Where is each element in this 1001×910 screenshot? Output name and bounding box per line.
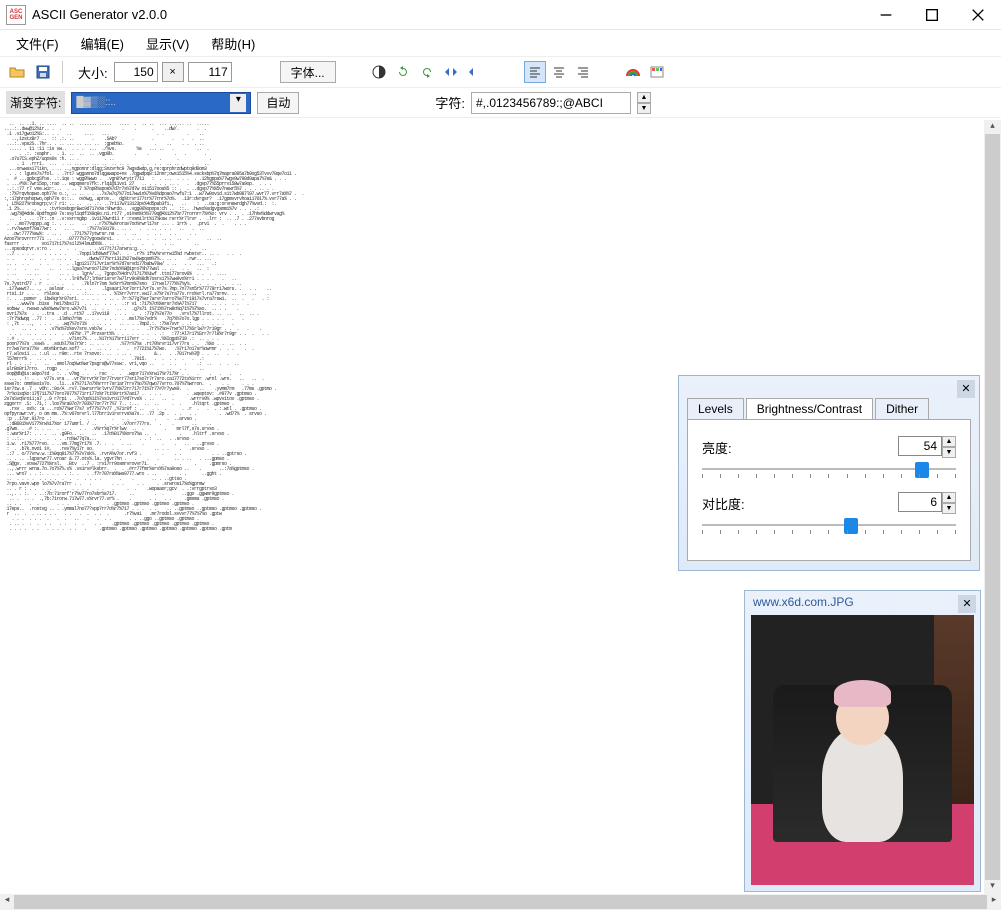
step-down-icon[interactable]: ▼: [942, 503, 956, 514]
menu-edit[interactable]: 编辑(E): [71, 31, 134, 56]
align-left-icon[interactable]: [524, 61, 546, 83]
height-input[interactable]: [188, 62, 232, 82]
gradient-select[interactable]: █▓▒░::.. ▾: [71, 92, 251, 114]
close-button[interactable]: [955, 0, 1001, 29]
panel-close-icon[interactable]: ✕: [957, 380, 975, 398]
brightness-spin[interactable]: ▲▼: [898, 436, 956, 458]
bc-body: 亮度: ▲▼ 对比度: ▲▼: [687, 420, 971, 561]
char-stepper[interactable]: ▲ ▼: [637, 92, 651, 114]
window-controls: [863, 0, 1001, 29]
align-right-icon[interactable]: [572, 61, 594, 83]
horizontal-scrollbar[interactable]: ◂ ▸: [0, 894, 1001, 910]
bw-icon[interactable]: [368, 61, 390, 83]
minimize-button[interactable]: [863, 0, 909, 29]
toolbar-main: 大小: × 字体...: [0, 56, 1001, 88]
app-logo: ASC GEN: [6, 5, 26, 25]
vscroll-thumb[interactable]: [985, 134, 1000, 880]
brightness-input[interactable]: [898, 436, 942, 456]
char-label: 字符:: [435, 93, 465, 112]
rotate-ccw-icon[interactable]: [392, 61, 414, 83]
width-input[interactable]: [114, 62, 158, 82]
contrast-slider[interactable]: [702, 518, 956, 540]
open-icon[interactable]: [6, 61, 28, 83]
contrast-input[interactable]: [898, 492, 942, 512]
font-button[interactable]: 字体...: [280, 61, 336, 83]
brightness-contrast-panel[interactable]: ✕ Levels Brightness/Contrast Dither 亮度: …: [678, 375, 980, 571]
scroll-up-icon[interactable]: ▴: [984, 120, 1001, 134]
scroll-right-icon[interactable]: ▸: [987, 894, 1001, 910]
save-icon[interactable]: [32, 61, 54, 83]
tab-dither[interactable]: Dither: [875, 398, 929, 419]
menu-view[interactable]: 显示(V): [136, 31, 199, 56]
scroll-left-icon[interactable]: ◂: [0, 894, 14, 910]
render-group: [622, 61, 668, 83]
step-down-icon[interactable]: ▼: [637, 103, 651, 114]
flip-h-icon[interactable]: [440, 61, 462, 83]
size-label: 大小:: [76, 63, 110, 82]
gradient-value: █▓▒░::..: [76, 97, 116, 108]
rainbow-icon[interactable]: [622, 61, 644, 83]
brightness-slider[interactable]: [702, 462, 956, 484]
step-up-icon[interactable]: ▲: [942, 492, 956, 503]
brightness-label: 亮度:: [702, 438, 732, 457]
toolbar-gradient: 渐变字符: █▓▒░::.. ▾ 自动 字符: ▲ ▼: [0, 88, 1001, 118]
preview-title: www.x6d.com.JPG: [753, 595, 854, 609]
chevron-down-icon: ▾: [230, 94, 246, 112]
gradient-label: 渐变字符:: [6, 91, 65, 114]
contrast-spin[interactable]: ▲▼: [898, 492, 956, 514]
vertical-scrollbar[interactable]: ▴ ▾: [984, 120, 1001, 894]
step-up-icon[interactable]: ▲: [637, 92, 651, 103]
preview-image: [751, 615, 974, 885]
menu-help[interactable]: 帮助(H): [201, 31, 265, 56]
preview-panel[interactable]: www.x6d.com.JPG ✕: [744, 590, 981, 892]
window-title: ASCII Generator v2.0.0: [32, 7, 863, 22]
menubar: 文件(F) 编辑(E) 显示(V) 帮助(H): [0, 30, 1001, 56]
step-up-icon[interactable]: ▲: [942, 436, 956, 447]
tab-levels[interactable]: Levels: [687, 398, 744, 419]
separator: [62, 61, 68, 83]
color-group: [368, 61, 486, 83]
preview-baby-hat: [834, 680, 892, 707]
align-group: [524, 61, 594, 83]
palette-icon[interactable]: [646, 61, 668, 83]
align-center-icon[interactable]: [548, 61, 570, 83]
hscroll-thumb[interactable]: [14, 895, 987, 909]
maximize-button[interactable]: [909, 0, 955, 29]
preview-close-icon[interactable]: ✕: [958, 595, 976, 613]
rotate-cw-icon[interactable]: [416, 61, 438, 83]
menu-file[interactable]: 文件(F): [6, 31, 69, 56]
bc-tabs: Levels Brightness/Contrast Dither: [687, 398, 971, 420]
char-input[interactable]: [471, 92, 631, 114]
auto-button[interactable]: 自动: [257, 92, 299, 114]
lock-aspect-button[interactable]: ×: [162, 62, 184, 82]
preview-baby-body: [822, 728, 902, 841]
scroll-down-icon[interactable]: ▾: [984, 880, 1001, 894]
flip-v-icon[interactable]: [464, 61, 486, 83]
contrast-label: 对比度:: [702, 494, 745, 513]
step-down-icon[interactable]: ▼: [942, 447, 956, 458]
titlebar: ASC GEN ASCII Generator v2.0.0: [0, 0, 1001, 30]
tab-brightness-contrast[interactable]: Brightness/Contrast: [746, 398, 873, 419]
